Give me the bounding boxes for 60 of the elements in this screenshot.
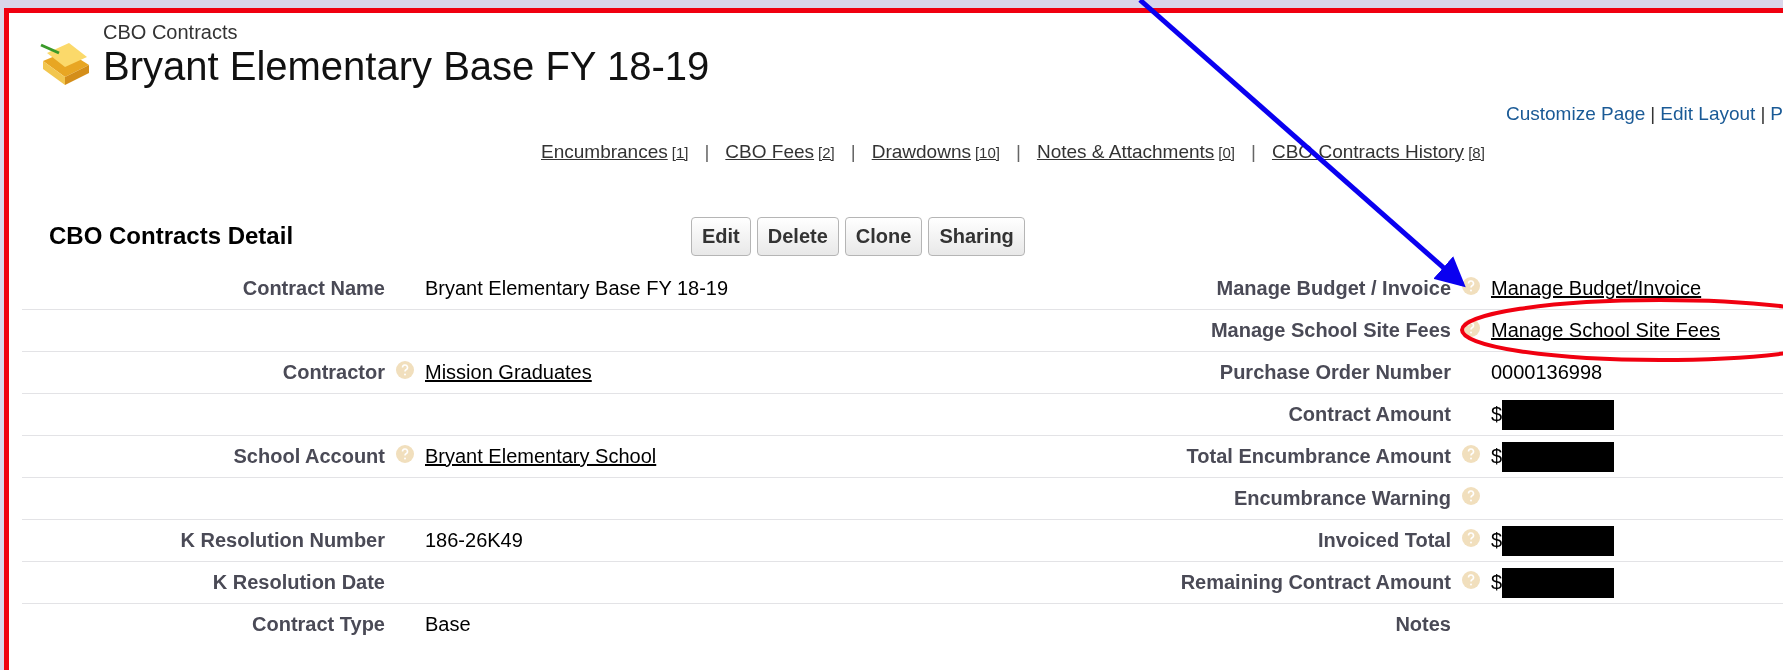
field-label: Encumbrance Warning bbox=[1232, 487, 1451, 510]
record-count: [2] bbox=[818, 144, 835, 161]
field-link[interactable]: Bryant Elementary School bbox=[425, 445, 657, 468]
field-label: K Resolution Date bbox=[211, 571, 385, 594]
field-label: Invoiced Total bbox=[1317, 529, 1451, 552]
field-label: School Account bbox=[232, 445, 385, 468]
record-count: [8] bbox=[1468, 144, 1485, 161]
help-icon bbox=[1461, 570, 1481, 590]
field-label: Manage School Site Fees bbox=[1209, 319, 1451, 342]
help-icon bbox=[1461, 486, 1481, 506]
field-value: 0000136998 bbox=[1491, 361, 1603, 384]
field-label: K Resolution Number bbox=[179, 529, 385, 552]
field-value: $ bbox=[1491, 571, 1503, 594]
field-label: Total Encumbrance Amount bbox=[1185, 445, 1451, 468]
field-value: Base bbox=[425, 613, 471, 636]
object-type-label: CBO Contracts bbox=[103, 21, 239, 43]
separator: | bbox=[850, 141, 856, 163]
field-value: $ bbox=[1491, 403, 1503, 426]
field-label: Purchase Order Number bbox=[1218, 361, 1451, 384]
related-list-link[interactable]: Drawdowns bbox=[871, 141, 971, 162]
page-link[interactable]: Edit Layout bbox=[1660, 103, 1756, 127]
record-count: [0] bbox=[1218, 144, 1236, 161]
related-list-link[interactable]: Notes & Attachments bbox=[1036, 141, 1215, 162]
record-count: [10] bbox=[974, 144, 1000, 161]
action-button[interactable]: Sharing bbox=[928, 216, 1025, 256]
separator: | bbox=[704, 141, 710, 163]
field-label: Contract Amount bbox=[1287, 403, 1451, 426]
help-icon bbox=[1461, 444, 1481, 464]
action-button[interactable]: Clone bbox=[844, 216, 923, 256]
field-link[interactable]: Mission Graduates bbox=[425, 361, 592, 384]
help-icon bbox=[1461, 318, 1481, 338]
page-link[interactable]: P bbox=[1770, 103, 1783, 127]
action-button[interactable]: Delete bbox=[756, 216, 839, 256]
help-icon bbox=[395, 444, 415, 464]
related-list-link[interactable]: CBO Fees bbox=[725, 141, 815, 162]
section-title: CBO Contracts Detail bbox=[49, 222, 295, 250]
help-icon bbox=[1461, 528, 1481, 548]
field-value: Bryant Elementary Base FY 18-19 bbox=[425, 277, 729, 300]
field-label: Notes bbox=[1394, 613, 1451, 636]
action-button[interactable]: Edit bbox=[691, 216, 751, 256]
field-label: Manage Budget / Invoice bbox=[1215, 277, 1451, 300]
separator: | bbox=[1760, 103, 1766, 126]
separator: | bbox=[1016, 141, 1021, 163]
field-value: $ bbox=[1491, 445, 1503, 468]
related-list-link[interactable]: Encumbrances bbox=[541, 141, 668, 162]
field-label: Contract Name bbox=[241, 277, 385, 300]
separator: | bbox=[1251, 141, 1256, 163]
field-label: Remaining Contract Amount bbox=[1179, 571, 1451, 594]
field-label: Contractor bbox=[281, 361, 385, 384]
field-value: $ bbox=[1491, 529, 1503, 552]
page-link[interactable]: Customize Page bbox=[1505, 103, 1646, 127]
field-value: 186-26K49 bbox=[425, 529, 523, 552]
help-icon bbox=[1461, 276, 1481, 296]
help-icon bbox=[395, 360, 415, 380]
record-count: [1] bbox=[671, 144, 689, 161]
record-title: Bryant Elementary Base FY 18-19 bbox=[103, 43, 710, 89]
field-label: Contract Type bbox=[251, 613, 385, 636]
separator: | bbox=[1650, 103, 1656, 126]
field-link[interactable]: Manage Budget/Invoice bbox=[1491, 277, 1702, 300]
field-link[interactable]: Manage School Site Fees bbox=[1491, 319, 1721, 342]
